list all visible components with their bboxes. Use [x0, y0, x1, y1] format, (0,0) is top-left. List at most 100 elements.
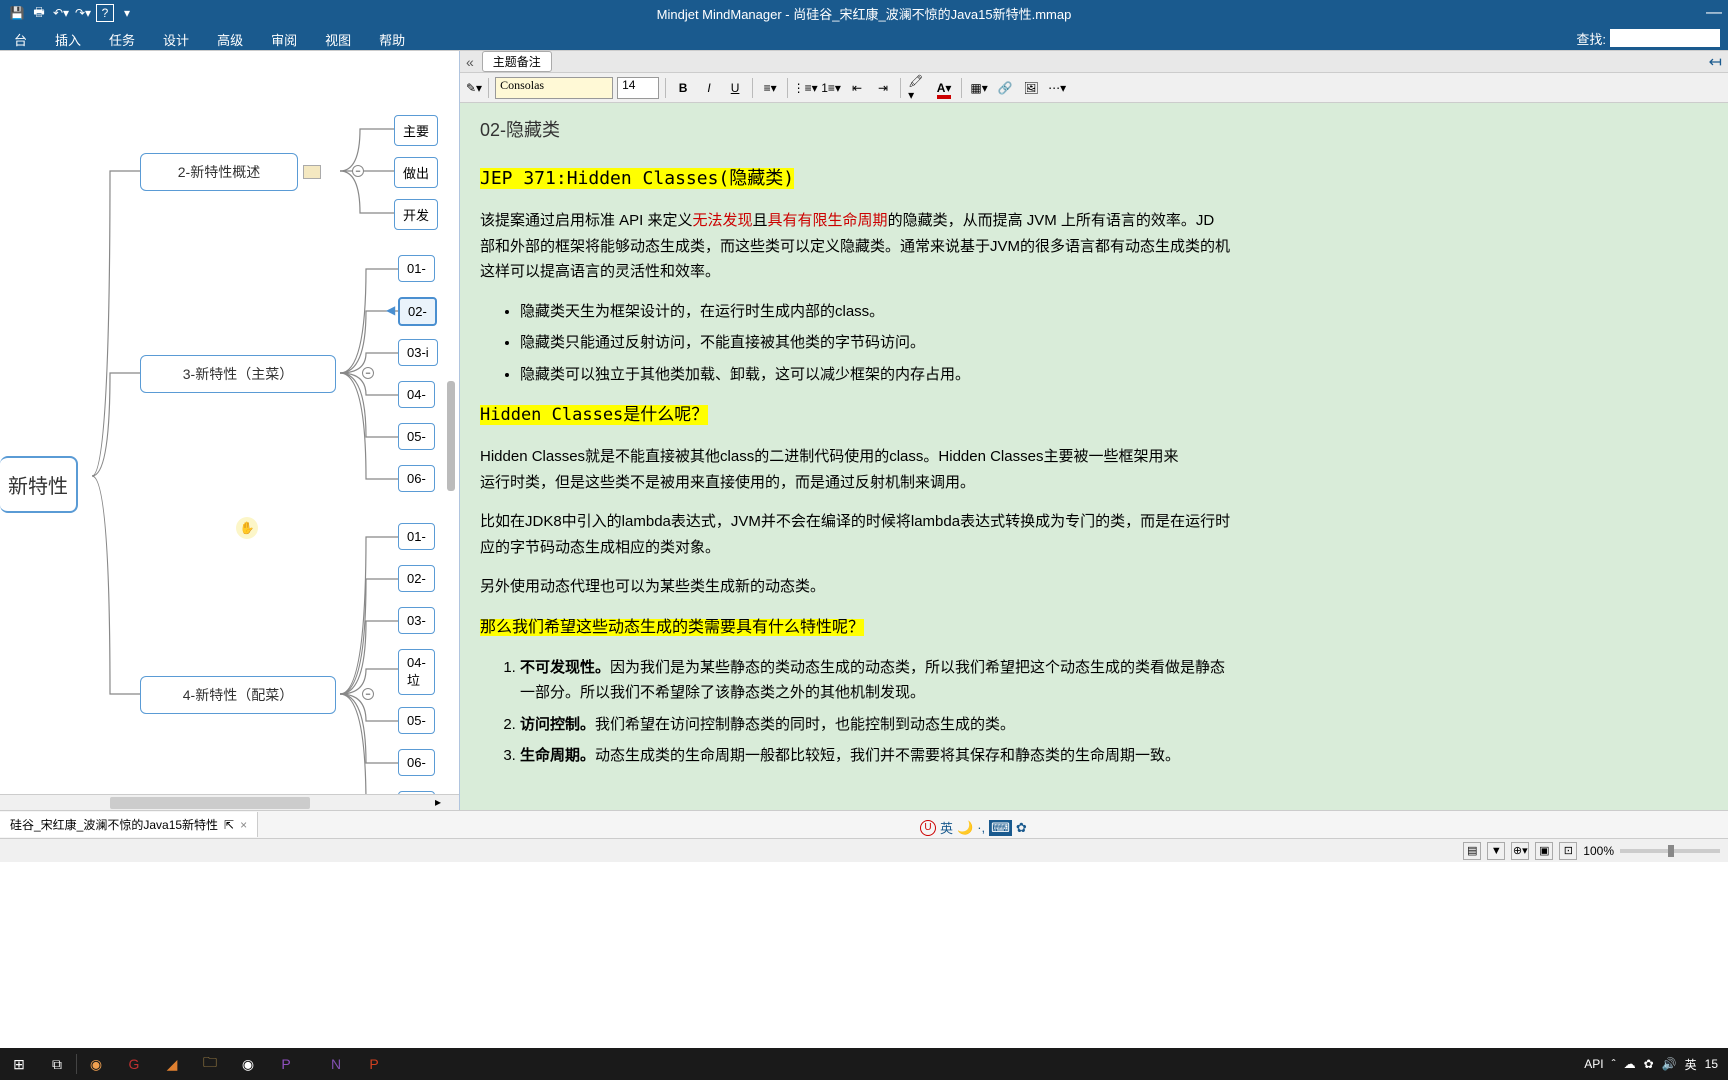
tray-icon[interactable]: 🔊 [1662, 1057, 1677, 1071]
font-size-select[interactable]: 14 [617, 77, 659, 99]
subnode[interactable]: 做出 [394, 157, 438, 188]
font-color-button[interactable]: A▾ [933, 77, 955, 99]
node-3[interactable]: 3-新特性（主菜） [140, 355, 336, 393]
window-title: Mindjet MindManager - 尚硅谷_宋红康_波澜不惊的Java1… [657, 4, 1072, 23]
redo-icon[interactable]: ↷▾ [74, 4, 92, 22]
help-icon[interactable]: ? [96, 4, 114, 22]
node-2[interactable]: 2-新特性概述 [140, 153, 298, 191]
notes-content[interactable]: 02-隐藏类 JEP 371:Hidden Classes(隐藏类) 该提案通过… [460, 103, 1728, 810]
search-label: 查找: [1576, 29, 1606, 48]
bold-button[interactable]: B [672, 77, 694, 99]
menu-item[interactable]: 插入 [41, 26, 95, 50]
tray-icon[interactable]: ☁ [1624, 1057, 1636, 1071]
node-4[interactable]: 4-新特性（配菜） [140, 676, 336, 714]
app-icon[interactable]: ◢ [153, 1048, 191, 1080]
menu-item[interactable]: 台 [0, 26, 41, 50]
menu-item[interactable]: 帮助 [365, 26, 419, 50]
subnode[interactable]: 06- [398, 465, 435, 492]
notes-nav-back-icon[interactable]: « [466, 54, 474, 70]
app-icon[interactable]: P [267, 1048, 305, 1080]
tray-time: 15 [1705, 1057, 1718, 1071]
subnode[interactable]: 开发 [394, 199, 438, 230]
ime-toolbar[interactable]: U 英🌙·,⌨✿ [920, 818, 1027, 837]
image-button[interactable]: 🖼 [1020, 77, 1042, 99]
subnode[interactable]: 05- [398, 423, 435, 450]
menu-item[interactable]: 任务 [95, 26, 149, 50]
font-select[interactable]: Consolas [495, 77, 613, 99]
horizontal-scrollbar[interactable]: ▸ [0, 794, 459, 810]
table-button[interactable]: ▦▾ [968, 77, 990, 99]
list-item: 不可发现性。因为我们是为某些静态的类动态生成的动态类，所以我们希望把这个动态生成… [520, 655, 1708, 706]
qat-dropdown-icon[interactable]: ▾ [118, 4, 136, 22]
subnode[interactable]: 06- [398, 749, 435, 776]
status-icon[interactable]: ▤ [1463, 842, 1481, 860]
tab-close-icon[interactable]: × [240, 818, 247, 832]
document-tab[interactable]: 硅谷_宋红康_波澜不惊的Java15新特性 ⇱ × [0, 812, 258, 837]
underline-button[interactable]: U [724, 77, 746, 99]
mindmap-canvas[interactable]: 新特性 2-新特性概述 − 主要 做出 开发 3-新特性（主菜） − 01- 0… [0, 51, 460, 810]
notes-expand-icon[interactable]: ↤ [1709, 52, 1722, 72]
zoom-slider[interactable] [1620, 849, 1720, 853]
root-node[interactable]: 新特性 [0, 456, 78, 513]
bullet-list-button[interactable]: ⋮≡▾ [794, 77, 816, 99]
outdent-button[interactable]: ⇤ [846, 77, 868, 99]
collapse-icon[interactable]: − [362, 688, 374, 700]
target-icon[interactable]: ⊕▾ [1511, 842, 1529, 860]
toolbar-style-icon[interactable]: ✎▾ [466, 81, 482, 95]
collapse-icon[interactable]: − [352, 165, 364, 177]
subnode[interactable]: 04- [398, 381, 435, 408]
chrome-icon[interactable]: ◉ [229, 1048, 267, 1080]
tab-pin-icon[interactable]: ⇱ [224, 818, 234, 832]
app-icon[interactable]: ◉ [77, 1048, 115, 1080]
app-icon[interactable]: G [115, 1048, 153, 1080]
paragraph: 该提案通过启用标准 API 来定义无法发现且具有有限生命周期的隐藏类，从而提高 … [480, 208, 1708, 285]
note-icon[interactable] [303, 165, 321, 179]
subnode[interactable]: 03-i [398, 339, 438, 366]
tray-chevron-icon[interactable]: ˆ [1612, 1057, 1616, 1071]
save-icon[interactable]: 💾 [8, 4, 26, 22]
list-item: 生命周期。动态生成类的生命周期一般都比较短，我们并不需要将其保存和静态类的生命周… [520, 743, 1708, 769]
start-icon[interactable]: ⊞ [0, 1048, 38, 1080]
powerpoint-icon[interactable]: P [355, 1048, 393, 1080]
number-list-button[interactable]: 1≡▾ [820, 77, 842, 99]
subnode[interactable]: 01- [398, 523, 435, 550]
italic-button[interactable]: I [698, 77, 720, 99]
menu-item[interactable]: 审阅 [257, 26, 311, 50]
subnode[interactable]: 03- [398, 607, 435, 634]
notes-tab[interactable]: 主题备注 [482, 51, 552, 72]
fit-icon[interactable]: ⊡ [1559, 842, 1577, 860]
subnode[interactable]: 05- [398, 707, 435, 734]
search-input[interactable] [1610, 29, 1720, 47]
subnode[interactable]: 01- [398, 255, 435, 282]
undo-icon[interactable]: ↶▾ [52, 4, 70, 22]
menu-item[interactable]: 设计 [149, 26, 203, 50]
titlebar: 💾 🖶 ↶▾ ↷▾ ? ▾ Mindjet MindManager - 尚硅谷_… [0, 0, 1728, 26]
ordered-list: 不可发现性。因为我们是为某些静态的类动态生成的动态类，所以我们希望把这个动态生成… [520, 655, 1708, 769]
filter-icon[interactable]: ▼ [1487, 842, 1505, 860]
view-icon[interactable]: ▣ [1535, 842, 1553, 860]
vertical-scrollbar[interactable] [447, 381, 455, 491]
subnode[interactable]: 02- [398, 565, 435, 592]
collapse-icon[interactable]: − [362, 367, 374, 379]
explorer-icon[interactable]: 🗀 [191, 1048, 229, 1080]
taskview-icon[interactable]: ⧉ [38, 1048, 76, 1080]
highlight-button[interactable]: 🖍▾ [907, 77, 929, 99]
tray-api[interactable]: API [1584, 1057, 1603, 1071]
link-button[interactable]: 🔗 [994, 77, 1016, 99]
menu-item[interactable]: 视图 [311, 26, 365, 50]
onenote-icon[interactable]: N [317, 1048, 355, 1080]
subnode[interactable]: 主要 [394, 115, 438, 146]
subnode[interactable]: 04- 垃 [398, 649, 435, 695]
indent-button[interactable]: ⇥ [872, 77, 894, 99]
minimize-icon[interactable]: — [1706, 4, 1722, 22]
paragraph: 另外使用动态代理也可以为某些类生成新的动态类。 [480, 574, 1708, 600]
menu-item[interactable]: 高级 [203, 26, 257, 50]
notes-toolbar: ✎▾ Consolas 14 B I U ≡▾ ⋮≡▾ 1≡▾ ⇤ ⇥ 🖍▾ A… [460, 73, 1728, 103]
subnode-selected[interactable]: 02- [398, 297, 437, 326]
scroll-right-icon[interactable]: ▸ [435, 795, 441, 809]
tray-ime[interactable]: 英 [1685, 1056, 1697, 1073]
tray-icon[interactable]: ✿ [1644, 1057, 1654, 1071]
print-icon[interactable]: 🖶 [30, 4, 48, 22]
align-left-button[interactable]: ≡▾ [759, 77, 781, 99]
more-button[interactable]: ⋯▾ [1046, 77, 1068, 99]
